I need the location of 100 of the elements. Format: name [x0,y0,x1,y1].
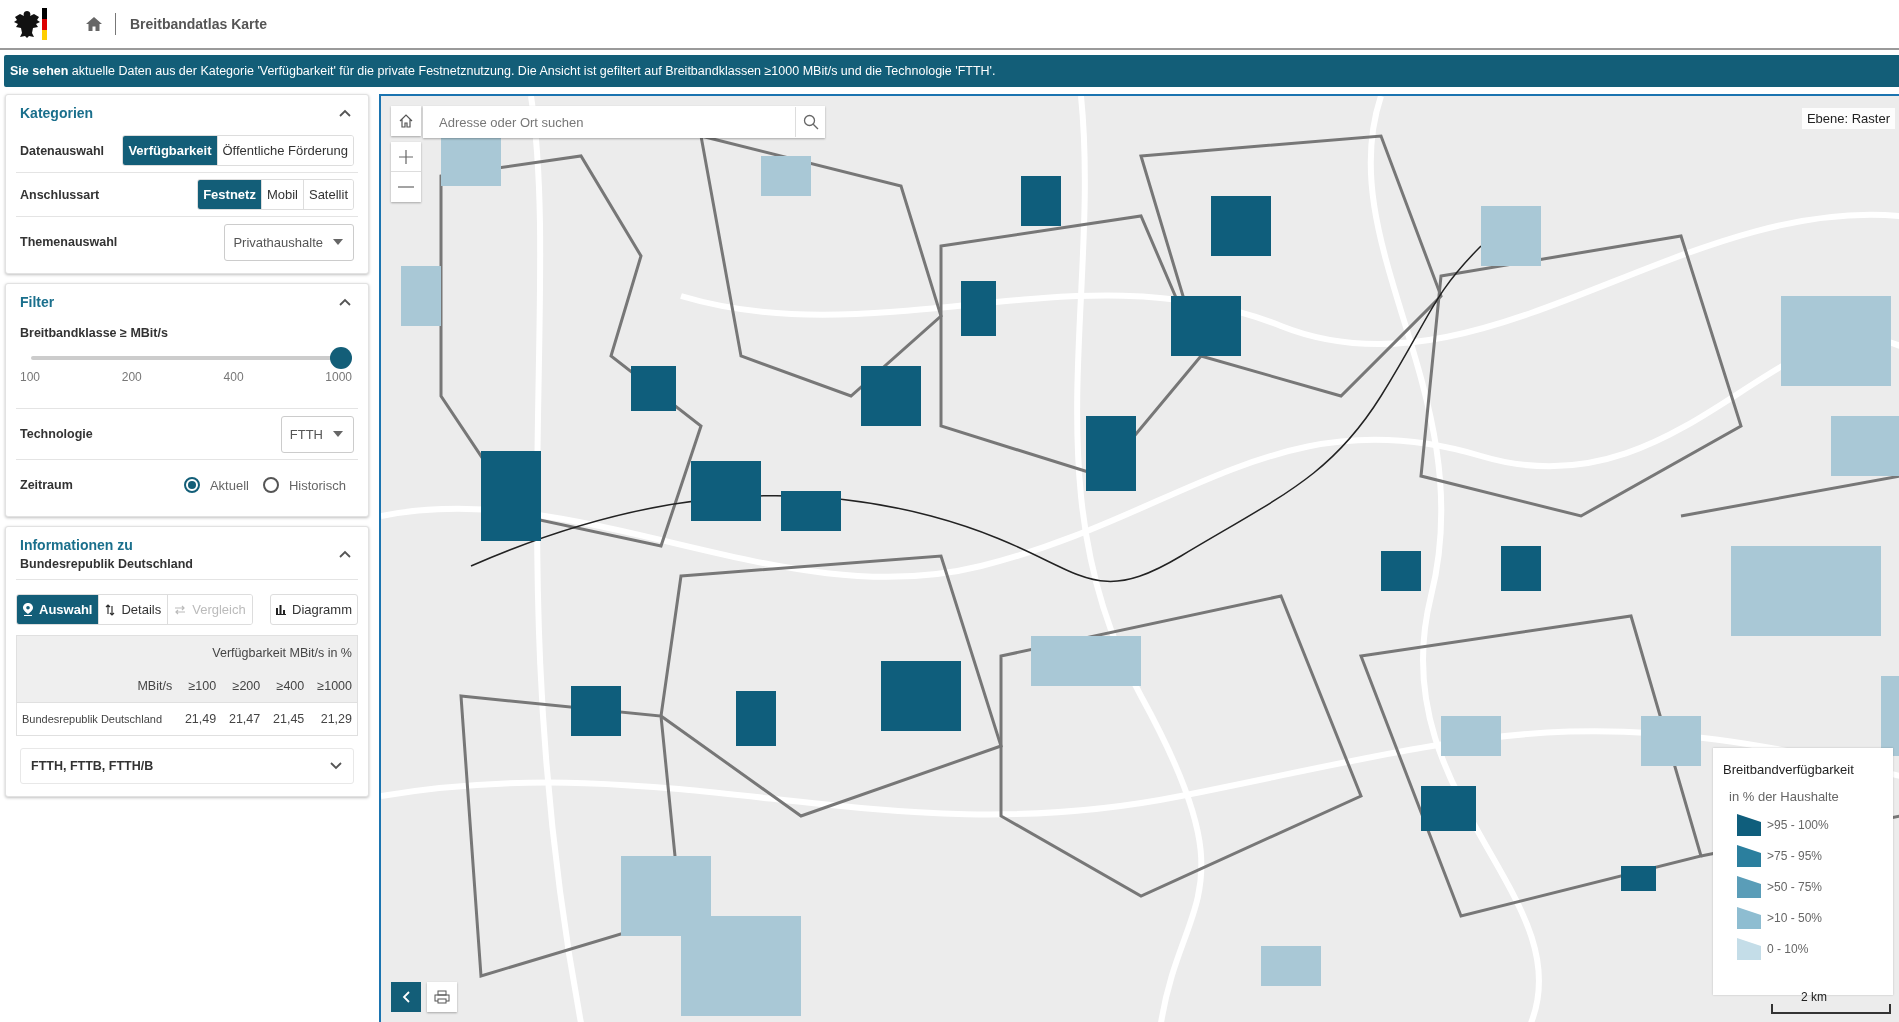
field-label: Zeitraum [20,478,73,492]
caret-icon [333,239,343,245]
coverage-area [571,686,621,736]
radio-label: Aktuell [209,477,249,493]
up-down-arrows-icon [105,603,116,616]
radio-button[interactable] [183,477,200,493]
search-field[interactable]: Adresse oder Ort suchen [423,106,825,138]
location-pin-icon [23,603,33,616]
collapse-sidebar-button[interactable] [391,982,421,1012]
coverage-area [1211,196,1271,256]
search-icon [802,114,819,130]
coverage-area [961,281,996,336]
caret-icon [333,431,343,437]
column-header: ≥200 [221,669,266,703]
eagle-logo-icon [12,8,42,40]
settlement-area [1831,416,1899,476]
slider-thumb[interactable] [330,347,352,369]
settlement-area [1261,946,1321,986]
chevron-left-icon [402,991,410,1003]
radio-label: Historisch [288,477,346,493]
coverage-area [861,366,921,426]
table-cell: 21,49 [177,702,222,736]
table-cell: 21,47 [221,702,266,736]
legend-label: 0 - 10% [1767,942,1809,956]
tab[interactable]: Auswahl [17,595,99,624]
flag-stripe-icon [42,8,47,40]
toggle-button[interactable]: Satellit [302,180,353,209]
legend-swatch-icon [1737,907,1761,929]
chart-button[interactable]: Diagramm [270,594,358,625]
column-header: ≥1000 [309,669,358,703]
coverage-area [781,491,841,531]
slider-tick-label: 1000 [325,370,352,384]
home-icon [398,113,414,129]
coverage-area [1021,176,1061,226]
coverage-area [1501,546,1541,591]
toggle-button[interactable]: Öffentliche Förderung [216,136,353,165]
coverage-area [631,366,676,411]
settlement-area [1481,206,1541,266]
chevron-up-icon [338,297,352,307]
bar-chart-icon [276,604,287,615]
settlement-area [1441,716,1501,756]
column-header: ≥100 [177,669,222,703]
panel-title: Informationen zu [20,537,134,553]
app-title: Breitbandatlas Karte [129,16,267,32]
field-label: Datenauswahl [20,143,105,158]
dropdown[interactable]: Privathaushalte [224,223,354,261]
legend-subtitle: in % der Haushalte [1729,789,1840,804]
panel-subtitle: Bundesrepublik Deutschland [20,557,193,571]
plus-icon [398,148,414,165]
printer-icon [434,990,450,1004]
legend-swatch-icon [1737,845,1761,867]
field-label: Themenauswahl [20,235,118,249]
legend-swatch-icon [1737,876,1761,898]
toggle-button[interactable]: Festnetz [198,180,261,209]
chevron-down-icon [329,761,343,771]
table-cell: Bundesrepublik Deutschland [16,702,178,736]
slider-tick-label: 100 [20,370,41,384]
settlement-area [761,156,811,196]
coverage-area [691,461,761,521]
search-button[interactable] [795,107,825,137]
home-button[interactable] [391,106,421,136]
toggle-button[interactable]: Verfügbarkeit [123,136,217,165]
minus-icon [398,186,414,188]
legend-label: >10 - 50% [1767,911,1823,925]
coverage-area [736,691,776,746]
settlement-area [401,266,441,326]
chevron-up-icon [338,108,352,118]
settlement-area [1641,716,1701,766]
field-label: Anschlussart [20,187,100,202]
print-button[interactable] [427,982,457,1012]
coverage-area [1621,866,1656,891]
table-cell: 21,45 [265,702,310,736]
coverage-area [1381,551,1421,591]
layer-label: Ebene: Raster [1801,108,1895,129]
tab: Vergleich [167,595,252,624]
field-label: Breitbandklasse ≥ MBit/s [20,326,169,340]
left-right-arrows-icon [174,604,187,615]
slider-tick-label: 400 [223,370,244,384]
panel-title: Kategorien [20,105,94,121]
radio-button[interactable] [262,477,279,493]
legend-title: Breitbandverfügbarkeit [1723,762,1855,777]
scale-label: 2 km [1800,990,1827,1004]
field-label: Technologie [20,427,93,441]
coverage-area [1421,786,1476,831]
accordion-header[interactable]: FTTH, FTTB, FTTH/B [20,748,354,784]
dropdown[interactable]: FTTH [280,415,354,453]
coverage-area [1171,296,1241,356]
column-header: MBit/s [16,669,178,703]
slider-tick-label: 200 [121,370,142,384]
table-cell: 21,29 [309,702,358,736]
legend-label: >75 - 95% [1767,849,1823,863]
column-header: ≥400 [265,669,310,703]
table-caption: Verfügbarkeit MBit/s in % [16,635,358,669]
legend-label: >50 - 75% [1767,880,1823,894]
panel-title: Filter [20,294,55,310]
home-icon[interactable] [85,16,103,32]
legend-swatch-icon [1737,814,1761,836]
legend-swatch-icon [1737,938,1761,960]
legend-label: >95 - 100% [1767,818,1829,832]
info-banner: Sie sehen aktuelle Daten aus der Kategorie 'Verfügbarkeit' für die private Festnetznutzung. Die Ansicht ist gefiltert auf Breitbandklassen ≥1000 MBit/s und die Technologie 'FTTH'. [4,55,1899,87]
